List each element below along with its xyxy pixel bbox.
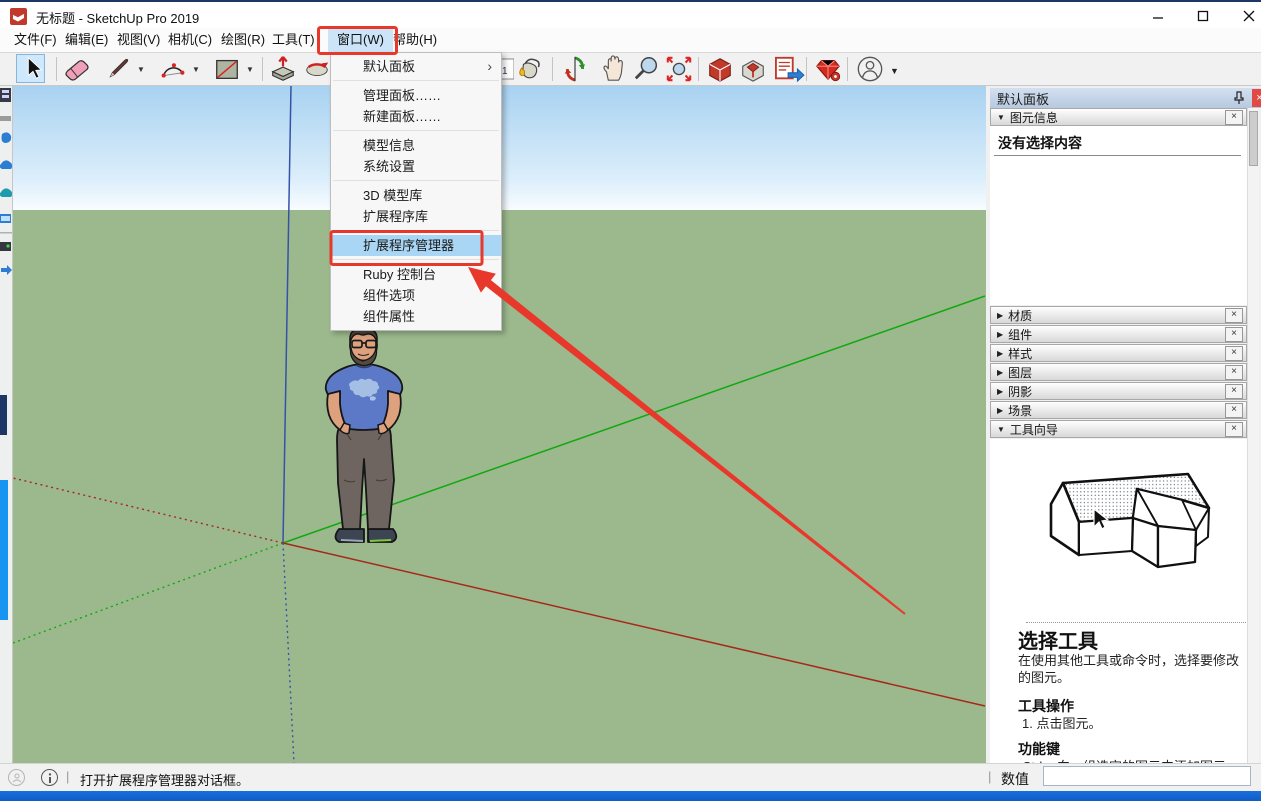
submenu-arrow-icon: › [487, 58, 492, 74]
account-icon[interactable] [855, 55, 885, 83]
paint-bucket-tool-icon[interactable] [515, 55, 545, 83]
section-close-icon[interactable]: × [1225, 402, 1243, 418]
close-button[interactable] [1234, 5, 1261, 27]
zoom-extents-tool-icon[interactable] [664, 55, 694, 83]
pin-icon[interactable] [1233, 91, 1245, 105]
menu-item-extension-manager[interactable]: 扩展程序管理器 [331, 235, 501, 256]
instructor-ops-item: 1. 点击图元。 [1022, 716, 1102, 731]
expand-arrow-icon: ▶ [997, 405, 1004, 415]
vcb-measurements-input[interactable] [1043, 766, 1251, 786]
axes-tool-icon-partial[interactable]: 1 [500, 55, 514, 83]
rotate-tool-icon[interactable] [302, 55, 332, 83]
menu-item-3d-warehouse[interactable]: 3D 模型库 [331, 185, 501, 206]
menu-help[interactable]: 帮助(H) [384, 28, 446, 52]
status-message: 打开扩展程序管理器对话框。 [80, 773, 250, 788]
instructor-keys-item: Ctrl = 向一组选定的图元中添加图元 [1022, 756, 1226, 763]
expand-arrow-icon: ▶ [997, 367, 1004, 377]
menu-item-model-info[interactable]: 模型信息 [331, 135, 501, 156]
menu-item-ruby-console[interactable]: Ruby 控制台 [331, 264, 501, 285]
section-instructor[interactable]: ▼ 工具向导 × [990, 420, 1247, 438]
instructor-body: 选择工具 在使用其他工具或命令时，选择要修改的图元。 工具操作 1. 点击图元。… [990, 439, 1247, 763]
line-tool-dropdown[interactable]: ▼ [137, 65, 145, 74]
vcb-label: 数值 [1001, 771, 1029, 787]
section-close-icon[interactable]: × [1225, 307, 1243, 323]
section-close-icon[interactable]: × [1225, 326, 1243, 342]
left-strip-icons [0, 88, 12, 620]
svg-text:1: 1 [502, 66, 508, 77]
left-docked-toolbar [0, 86, 13, 763]
tray-title: 默认面板 [997, 91, 1050, 107]
extension-gem-icon[interactable] [813, 55, 843, 83]
maximize-button[interactable] [1188, 5, 1218, 27]
sketchup-logo-icon [10, 8, 27, 25]
section-shadows[interactable]: ▶ 阴影 × [990, 382, 1247, 400]
tray-header[interactable]: 默认面板 × [990, 88, 1261, 108]
menu-item-component-attributes[interactable]: 组件属性 [331, 306, 501, 327]
panel-scrollbar[interactable] [1247, 108, 1259, 763]
arc-tool-dropdown[interactable]: ▼ [192, 65, 200, 74]
rectangle-tool-icon[interactable] [212, 55, 242, 83]
default-tray-panel: 默认面板 × ▼ 图元信息 × 没有选择内容 ▶ 材质 × ▶ 组件 × ▶ 样… [990, 88, 1261, 763]
line-tool-icon[interactable] [103, 55, 133, 83]
section-components[interactable]: ▶ 组件 × [990, 325, 1247, 343]
extension-warehouse-icon[interactable] [738, 55, 768, 83]
instructor-house-image [1049, 472, 1211, 569]
section-close-icon[interactable]: × [1225, 345, 1243, 361]
scrollbar-thumb[interactable] [1249, 111, 1258, 166]
entity-info-body: 没有选择内容 [990, 126, 1247, 305]
expand-arrow-icon: ▶ [997, 310, 1004, 320]
info-icon[interactable] [41, 769, 58, 786]
vcb-separator: | [988, 769, 992, 784]
menu-bar: 文件(F) 编辑(E) 视图(V) 相机(C) 绘图(R) 工具(T) 窗口(W… [0, 28, 1261, 53]
section-close-icon[interactable]: × [1225, 383, 1243, 399]
toolbar: ▼ ▼ ▼ 1 ▼ [0, 53, 1261, 86]
section-scenes[interactable]: ▶ 场景 × [990, 401, 1247, 419]
section-close-icon[interactable]: × [1225, 421, 1243, 437]
collapse-arrow-icon: ▼ [997, 112, 1005, 122]
section-close-icon[interactable]: × [1225, 364, 1243, 380]
section-entity-info[interactable]: ▼ 图元信息 × [990, 108, 1247, 126]
section-layers[interactable]: ▶ 图层 × [990, 363, 1247, 381]
section-styles[interactable]: ▶ 样式 × [990, 344, 1247, 362]
arc-tool-icon[interactable] [158, 55, 188, 83]
pan-tool-icon[interactable] [598, 55, 628, 83]
menu-item-new-tray[interactable]: 新建面板…… [331, 106, 501, 127]
menu-item-component-options[interactable]: 组件选项 [331, 285, 501, 306]
window-title: 无标题 - SketchUp Pro 2019 [36, 11, 200, 26]
window-bottom-edge [0, 791, 1261, 801]
menu-item-preferences[interactable]: 系统设置 [331, 156, 501, 177]
account-dropdown[interactable]: ▼ [890, 66, 899, 76]
rectangle-tool-dropdown[interactable]: ▼ [246, 65, 254, 74]
menu-item-default-tray[interactable]: 默认面板 › [331, 56, 501, 77]
expand-arrow-icon: ▶ [997, 348, 1004, 358]
minimize-button[interactable] [1143, 5, 1173, 27]
menu-tools[interactable]: 工具(T) [263, 28, 324, 52]
instructor-description: 在使用其他工具或命令时，选择要修改的图元。 [1018, 653, 1240, 686]
instructor-title: 选择工具 [1018, 631, 1098, 653]
status-bar: | 打开扩展程序管理器对话框。 | 数值 [0, 763, 1261, 791]
zoom-tool-icon[interactable] [632, 55, 662, 83]
expand-arrow-icon: ▶ [997, 329, 1004, 339]
eraser-tool-icon[interactable] [62, 55, 92, 83]
entity-info-empty-text: 没有选择内容 [998, 135, 1082, 151]
push-pull-tool-icon[interactable] [268, 55, 298, 83]
instructor-divider [1026, 622, 1246, 623]
geolocation-icon[interactable] [8, 769, 25, 786]
tray-close-button[interactable]: × [1252, 89, 1261, 107]
window-menu-dropdown: 默认面板 › 管理面板…… 新建面板…… 模型信息 系统设置 3D 模型库 扩展程… [330, 52, 502, 331]
expand-arrow-icon: ▶ [997, 386, 1004, 396]
collapse-arrow-icon: ▼ [997, 424, 1005, 434]
3d-warehouse-icon[interactable] [705, 55, 735, 83]
share-model-icon[interactable] [772, 55, 806, 83]
section-close-icon[interactable]: × [1225, 109, 1243, 125]
status-separator: | [66, 769, 70, 784]
menu-item-manage-trays[interactable]: 管理面板…… [331, 85, 501, 106]
menu-item-extension-warehouse[interactable]: 扩展程序库 [331, 206, 501, 227]
orbit-tool-icon[interactable] [560, 55, 590, 83]
section-materials[interactable]: ▶ 材质 × [990, 306, 1247, 324]
title-bar: 无标题 - SketchUp Pro 2019 [0, 0, 1261, 28]
select-tool-icon[interactable] [18, 55, 48, 83]
